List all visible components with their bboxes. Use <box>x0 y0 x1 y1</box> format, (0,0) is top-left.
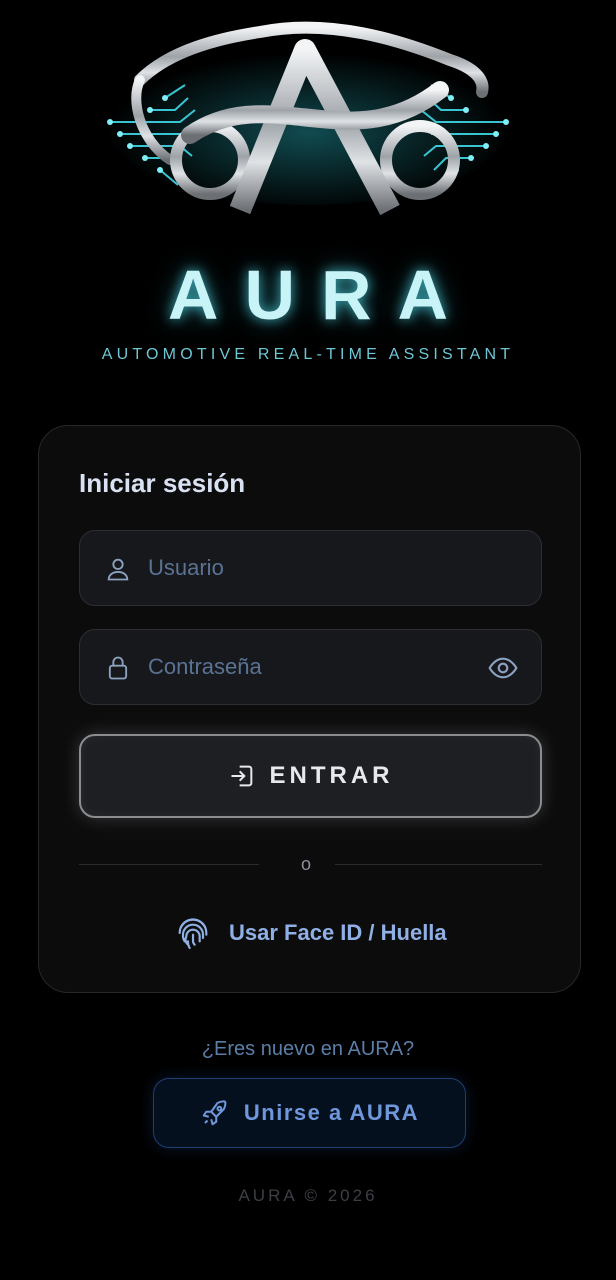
divider-text: o <box>301 854 312 874</box>
rocket-icon <box>202 1100 227 1126</box>
fingerprint-icon <box>178 918 208 950</box>
join-button-label: Unirse a AURA <box>243 1100 420 1125</box>
username-input[interactable]: Usuario <box>148 555 224 581</box>
login-card: Iniciar sesión Usuario Contraseña ENTRAR… <box>38 425 581 993</box>
aura-car-logo-icon <box>100 10 516 225</box>
sign-in-icon <box>231 765 252 787</box>
divider-line-left <box>79 864 259 865</box>
user-icon <box>107 558 129 581</box>
signup-prompt: ¿Eres nuevo en AURA? <box>201 1038 415 1060</box>
biometric-login-button[interactable]: Usar Face ID / Huella <box>173 911 447 955</box>
footer-copyright: AURA © 2026 <box>238 1186 378 1205</box>
login-screen: AURA AUTOMOTIVE REAL-TIME ASSISTANT Inic… <box>0 0 616 1280</box>
biometric-login-label: Usar Face ID / Huella <box>229 920 447 945</box>
app-name: AURA <box>167 256 475 334</box>
username-field[interactable]: Usuario <box>79 530 542 606</box>
password-field[interactable]: Contraseña <box>79 629 542 705</box>
enter-button[interactable]: ENTRAR <box>79 734 542 818</box>
enter-button-label: ENTRAR <box>269 762 394 789</box>
join-button[interactable]: Unirse a AURA <box>153 1078 466 1148</box>
eye-icon[interactable] <box>487 652 519 684</box>
lock-icon <box>108 656 128 680</box>
app-tagline: AUTOMOTIVE REAL-TIME ASSISTANT <box>101 346 515 363</box>
login-title: Iniciar sesión <box>79 468 246 498</box>
password-input[interactable]: Contraseña <box>148 654 262 680</box>
divider-line-right <box>335 864 542 865</box>
